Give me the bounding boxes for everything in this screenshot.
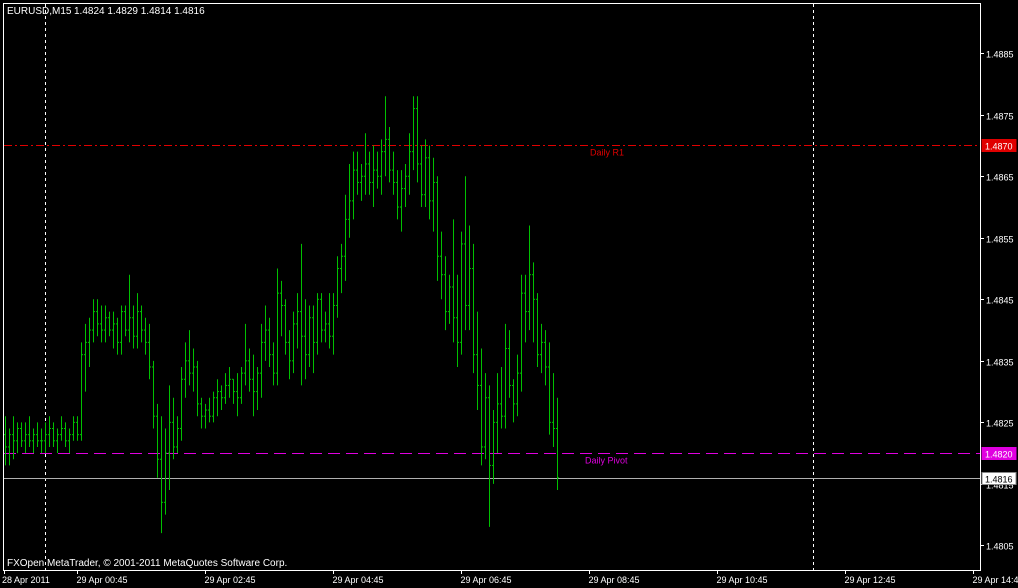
y-tick-label: 1.4875 [986,112,1014,122]
level-price-label: 1.4870 [985,142,1013,152]
x-tick-label: 28 Apr 2011 [2,575,50,585]
x-tick-label: 29 Apr 04:45 [333,575,384,585]
y-tick-label: 1.4825 [986,419,1014,429]
x-tick-label: 29 Apr 00:45 [77,575,128,585]
x-tick-label: 29 Apr 12:45 [845,575,896,585]
symbol-label: EURUSD,M15 [7,6,72,17]
x-tick-label: 29 Apr 06:45 [461,575,512,585]
level-text: Daily R1 [590,148,624,158]
y-tick-label: 1.4805 [986,542,1014,552]
y-tick-label: 1.4885 [986,50,1014,60]
level-text: Daily Pivot [585,456,628,466]
y-tick-label: 1.4855 [986,235,1014,245]
chart-background [0,0,1018,588]
y-tick-label: 1.4845 [986,296,1014,306]
x-tick-label: 29 Apr 02:45 [205,575,256,585]
price-chart[interactable]: 1.4885 1.4875 1.4865 1.4855 1.4845 1.4835 1.48… [0,0,1018,588]
ohlc-readout: 1.4824 1.4829 1.4814 1.4816 [74,6,205,17]
x-tick-label: 29 Apr 14:45 [973,575,1018,585]
x-tick-label: 29 Apr 10:45 [717,575,768,585]
level-price-label: 1.4816 [985,475,1013,485]
copyright-label: FXOpen MetaTrader, © 2001-2011 MetaQuote… [7,558,287,569]
y-tick-label: 1.4865 [986,173,1014,183]
y-tick-label: 1.4835 [986,358,1014,368]
x-tick-label: 29 Apr 08:45 [589,575,640,585]
level-price-label: 1.4820 [985,450,1013,460]
